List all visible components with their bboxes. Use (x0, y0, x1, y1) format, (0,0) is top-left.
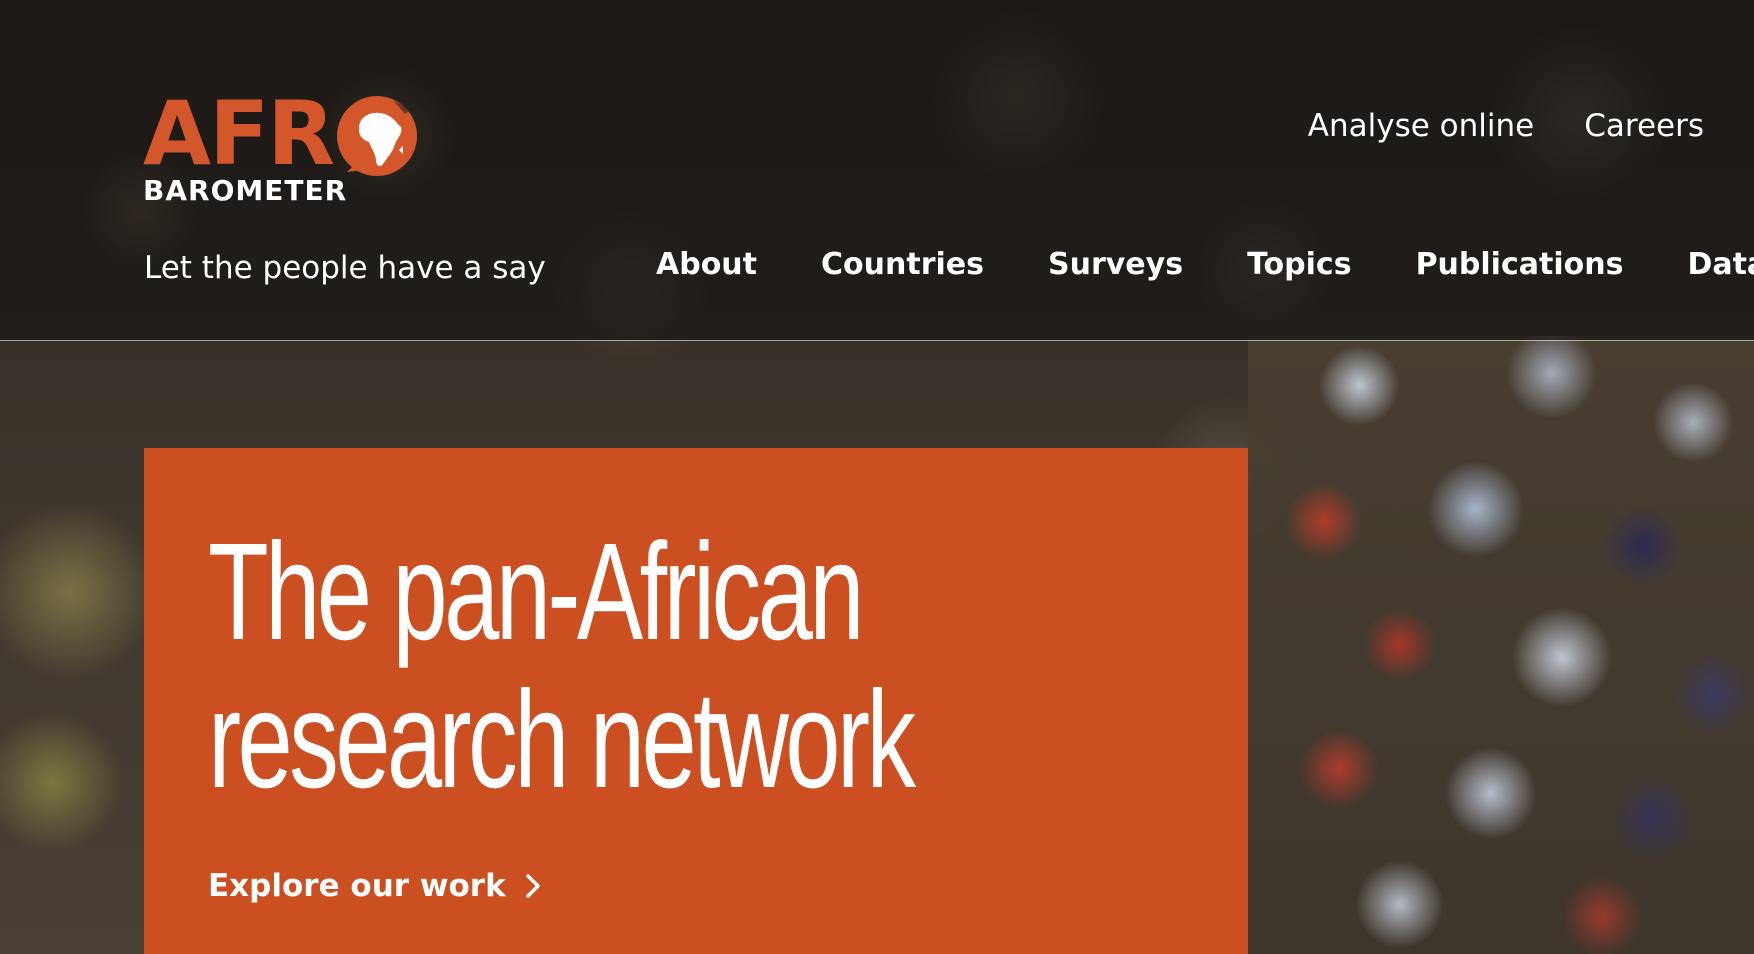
hero-title-line-2: research network (208, 663, 916, 817)
utility-nav: Analyse online Careers (1308, 106, 1704, 146)
nav-link-publications[interactable]: Publications (1416, 245, 1624, 285)
crowd-photo (1248, 336, 1754, 954)
hero-title: The pan-African research network (208, 518, 1216, 814)
nav-link-countries[interactable]: Countries (821, 245, 984, 285)
africa-globe-icon (337, 96, 417, 176)
main-nav: About Countries Surveys Topics Publicati… (656, 245, 1754, 285)
nav-link-data[interactable]: Data (1687, 245, 1754, 285)
explore-our-work-link[interactable]: Explore our work (208, 866, 542, 906)
explore-our-work-label: Explore our work (208, 868, 506, 904)
logo-subtext: BAROMETER (143, 174, 348, 207)
nav-link-topics[interactable]: Topics (1247, 245, 1352, 285)
logo-wordmark: AFR (143, 82, 335, 185)
tagline: Let the people have a say (144, 250, 546, 286)
hero-title-line-1: The pan-African (208, 515, 865, 669)
nav-link-analyse-online[interactable]: Analyse online (1308, 106, 1534, 146)
hero-card: The pan-African research network Explore… (144, 448, 1248, 954)
nav-link-careers[interactable]: Careers (1584, 106, 1704, 146)
afrobarometer-logo[interactable]: AFR BAROMETER (143, 82, 417, 210)
header-divider (0, 340, 1754, 341)
nav-link-about[interactable]: About (656, 245, 757, 285)
nav-link-surveys[interactable]: Surveys (1048, 245, 1183, 285)
chevron-right-icon (525, 874, 540, 898)
page: AFR BAROMETER Let the people have a say … (0, 0, 1754, 954)
